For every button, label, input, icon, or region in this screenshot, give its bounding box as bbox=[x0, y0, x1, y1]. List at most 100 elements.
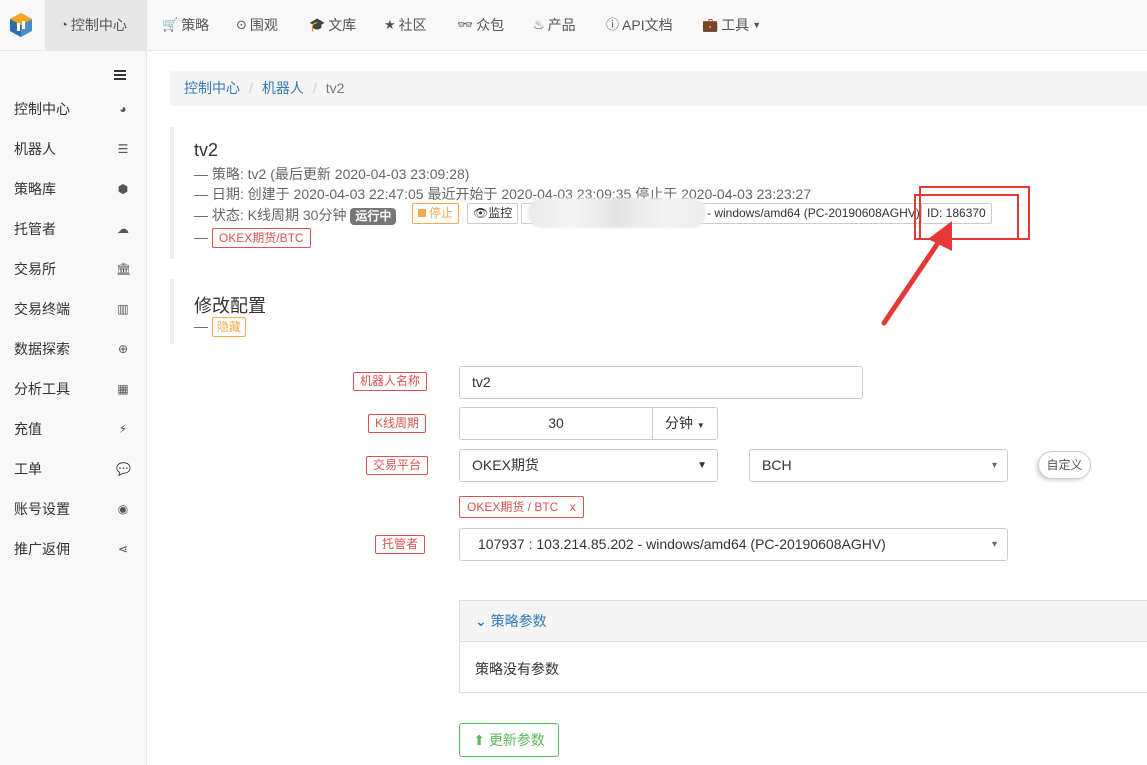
nav-label: 文库 bbox=[328, 17, 357, 33]
play-circle-icon: ⊙ bbox=[236, 17, 247, 32]
update-label: 更新参数 bbox=[488, 732, 545, 748]
sidebar-item-label: 数据探索 bbox=[14, 341, 70, 357]
platform-label: 交易平台 bbox=[366, 456, 429, 475]
coin-value: BCH bbox=[762, 457, 792, 473]
period-unit: 分钟 bbox=[665, 415, 693, 431]
breadcrumb-current: tv2 bbox=[325, 80, 345, 96]
nav-strategy[interactable]: 🛒 策略 bbox=[162, 0, 209, 50]
status-prefix: — 状态: K线周期 30分钟 bbox=[194, 207, 347, 223]
sidebar-item-hosts[interactable]: 托管者 ☁ bbox=[14, 219, 130, 239]
nav-label: 众包 bbox=[476, 17, 505, 33]
list-icon: ☰ bbox=[117, 142, 129, 156]
dashboard-icon: ◕ bbox=[119, 102, 127, 116]
platform-select[interactable]: OKEX期货 ▼ bbox=[459, 449, 718, 482]
caret-down-icon: ▼ bbox=[752, 20, 762, 30]
sidebar-item-referral[interactable]: 推广返佣 ⋖ bbox=[14, 539, 130, 559]
user-circle-icon: ◉ bbox=[117, 502, 129, 516]
pair-remove-button[interactable]: x bbox=[570, 500, 576, 514]
nav-label: 策略 bbox=[181, 17, 210, 33]
breadcrumb-home[interactable]: 控制中心 bbox=[184, 80, 240, 96]
sidebar-item-label: 工单 bbox=[14, 461, 42, 477]
sidebar-item-data-explore[interactable]: 数据探索 ⊕ bbox=[14, 339, 130, 359]
sidebar-item-label: 充值 bbox=[14, 421, 42, 437]
custom-button[interactable]: 自定义 bbox=[1038, 451, 1091, 479]
dashboard-icon: ◔ bbox=[60, 17, 68, 32]
nav-library[interactable]: 🎓 文库 bbox=[309, 0, 356, 50]
params-title: 策略参数 bbox=[490, 613, 547, 629]
host-label: 托管者 bbox=[375, 535, 426, 554]
monitor-label: 监控 bbox=[488, 206, 513, 220]
stop-button[interactable]: 停止 bbox=[412, 203, 460, 224]
period-input[interactable]: 30 bbox=[459, 407, 653, 440]
pair-tag: OKEX期货 / BTC x bbox=[459, 496, 584, 518]
robot-name-input[interactable]: tv2 bbox=[459, 366, 863, 399]
platform-value: OKEX期货 bbox=[472, 457, 539, 473]
robot-name-label: 机器人名称 bbox=[353, 372, 428, 391]
sidebar-item-analysis[interactable]: 分析工具 ▦ bbox=[14, 379, 130, 399]
nav-label: API文档 bbox=[622, 17, 673, 33]
period-unit-dropdown[interactable]: 分钟 ▼ bbox=[652, 407, 718, 440]
caret-down-icon: ▼ bbox=[697, 460, 707, 471]
cloud-icon: ☁ bbox=[117, 222, 129, 236]
breadcrumb-robots[interactable]: 机器人 bbox=[262, 80, 304, 96]
nav-label: 产品 bbox=[547, 17, 576, 33]
nav-api-docs[interactable]: ⓘ API文档 bbox=[606, 0, 673, 50]
sidebar-item-label: 推广返佣 bbox=[14, 541, 70, 557]
logo-icon[interactable] bbox=[10, 13, 32, 37]
share-icon: ⋖ bbox=[117, 542, 129, 556]
cart-icon: 🛒 bbox=[162, 17, 179, 32]
config-panel-border bbox=[170, 279, 174, 344]
sidebar-item-label: 交易终端 bbox=[14, 301, 70, 317]
nav-crowdsource[interactable]: 👓 众包 bbox=[457, 0, 504, 50]
coin-select[interactable]: BCH ▾ bbox=[749, 449, 1008, 482]
nav-tools[interactable]: 💼 工具 ▼ bbox=[702, 0, 761, 50]
params-panel-header[interactable]: ⌄ 策略参数 bbox=[460, 601, 1147, 642]
calculator-icon: ▦ bbox=[117, 382, 129, 396]
sidebar-item-dashboard[interactable]: 控制中心 ◕ bbox=[14, 99, 130, 119]
nav-watch[interactable]: ⊙ 围观 bbox=[236, 0, 278, 50]
sidebar-item-label: 机器人 bbox=[14, 141, 56, 157]
nav-community[interactable]: ★ 社区 bbox=[384, 0, 427, 50]
caret-down-icon: ▾ bbox=[991, 460, 997, 471]
config-title: 修改配置 bbox=[194, 296, 266, 316]
sidebar-item-strategies[interactable]: 策略库 ⬢ bbox=[14, 179, 130, 199]
robot-name-title: tv2 bbox=[194, 140, 219, 160]
stop-label: 停止 bbox=[429, 206, 454, 220]
sidebar-item-tickets[interactable]: 工单 💬 bbox=[14, 459, 131, 479]
host-select[interactable]: 107937 : 103.214.85.202 - windows/amd64 … bbox=[459, 528, 1008, 561]
sidebar-item-account[interactable]: 账号设置 ◉ bbox=[14, 499, 130, 519]
info-panel-border bbox=[170, 127, 174, 259]
glasses-icon: 👓 bbox=[457, 17, 474, 32]
monitor-button[interactable]: 👁监控 bbox=[467, 203, 519, 224]
graduation-cap-icon: 🎓 bbox=[309, 17, 326, 32]
annotation-arrow-icon bbox=[881, 221, 952, 326]
nav-products[interactable]: ♨ 产品 bbox=[533, 0, 576, 50]
sidebar-item-robots[interactable]: 机器人 ☰ bbox=[14, 139, 130, 159]
breadcrumb-separator: / bbox=[249, 80, 253, 96]
host-value: 107937 : 103.214.85.202 - windows/amd64 … bbox=[478, 536, 886, 552]
eye-icon: 👁 bbox=[473, 206, 489, 220]
comment-icon: 💬 bbox=[116, 462, 131, 476]
info-circle-icon: ⓘ bbox=[606, 17, 620, 32]
sidebar-item-label: 策略库 bbox=[14, 181, 56, 197]
update-params-button[interactable]: ⬆ 更新参数 bbox=[459, 723, 559, 757]
bar-chart-icon: ▥ bbox=[117, 302, 129, 316]
strategy-params-panel: ⌄ 策略参数 策略没有参数 bbox=[459, 600, 1147, 693]
period-label: K线周期 bbox=[368, 414, 427, 433]
sidebar-item-recharge[interactable]: 充值 ⚡ bbox=[14, 419, 130, 439]
status-badge: 运行中 bbox=[350, 208, 397, 225]
sidebar-item-terminal[interactable]: 交易终端 ▥ bbox=[14, 299, 130, 319]
dash: — bbox=[194, 229, 208, 245]
nav-dashboard[interactable]: ◔ 控制中心 bbox=[45, 0, 147, 50]
nav-label: 围观 bbox=[249, 17, 278, 33]
hide-toggle[interactable]: 隐藏 bbox=[211, 317, 246, 337]
sidebar-item-exchanges[interactable]: 交易所 🏛 bbox=[14, 259, 131, 279]
stop-icon bbox=[418, 209, 426, 217]
sidebar-item-label: 交易所 bbox=[14, 261, 56, 277]
caret-down-icon: ▼ bbox=[696, 421, 705, 430]
menu-toggle-icon[interactable] bbox=[114, 70, 126, 80]
exchange-tag: OKEX期货/BTC bbox=[211, 228, 311, 248]
status-line: — 状态: K线周期 30分钟 运行中 bbox=[194, 205, 397, 225]
sidebar-item-label: 账号设置 bbox=[14, 501, 70, 517]
dash: — bbox=[194, 318, 208, 334]
